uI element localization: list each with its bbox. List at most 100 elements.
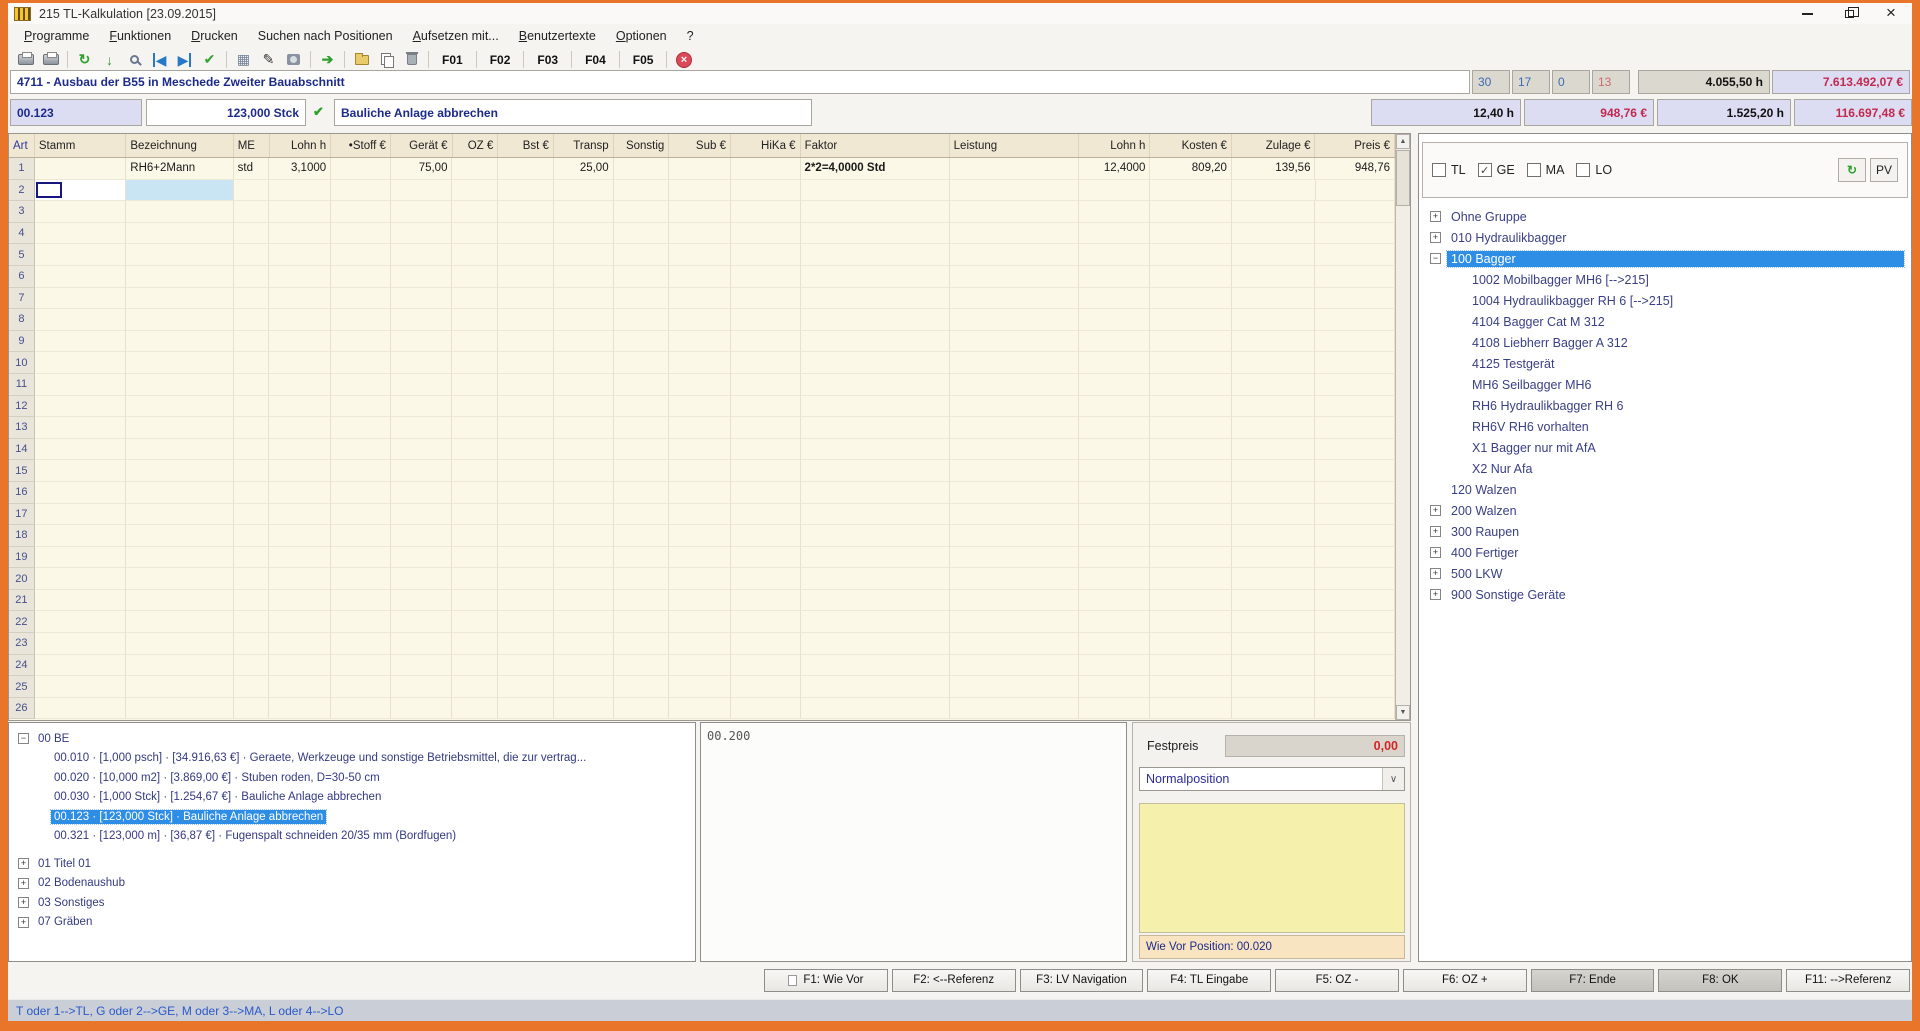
grid-cell[interactable] (730, 697, 801, 720)
grid-cell[interactable] (1231, 589, 1316, 612)
fkey-f5[interactable]: F5: OZ - (1275, 968, 1399, 992)
grid-cell[interactable]: 139,56 (1231, 158, 1316, 180)
grid-cell[interactable] (498, 417, 554, 439)
row-number[interactable]: 7 (9, 287, 35, 310)
grid-cell[interactable]: 3,1000 (269, 158, 332, 180)
grid-cell[interactable] (452, 589, 499, 612)
grid-cell[interactable] (949, 287, 1079, 310)
grid-cell[interactable] (452, 438, 499, 461)
grid-cell[interactable] (949, 373, 1079, 396)
grid-cell[interactable] (669, 330, 731, 353)
grid-cell[interactable] (1150, 676, 1232, 698)
grid-cell[interactable] (1150, 589, 1232, 612)
print-icon[interactable] (14, 50, 37, 70)
grid-cell[interactable] (1078, 287, 1151, 310)
grid-cell[interactable] (730, 633, 801, 655)
row-number[interactable]: 26 (9, 697, 35, 720)
grid-cell[interactable] (669, 158, 731, 180)
grid-cell[interactable] (1078, 373, 1151, 396)
grid-cell[interactable] (553, 222, 614, 245)
minus-expander-icon[interactable]: − (1430, 253, 1441, 264)
grid-cell[interactable] (669, 525, 731, 547)
delete-icon[interactable] (400, 50, 423, 70)
row-number[interactable]: 11 (9, 373, 35, 396)
grid-cell[interactable] (669, 611, 731, 634)
grid-cell[interactable] (126, 395, 234, 418)
grid-cell[interactable] (553, 438, 614, 461)
grid-cell[interactable] (498, 697, 554, 720)
grid-cell[interactable] (1315, 395, 1395, 418)
grid-cell[interactable] (669, 244, 731, 266)
grid-cell[interactable] (1078, 222, 1151, 245)
grid-cell[interactable] (800, 244, 950, 266)
grid-cell[interactable] (730, 460, 801, 482)
grid-cell[interactable] (233, 201, 270, 223)
grid-cell[interactable] (269, 460, 332, 482)
grid-cell[interactable] (452, 417, 499, 439)
grid-cell[interactable] (800, 525, 950, 547)
minus-expander-icon[interactable]: − (18, 733, 29, 745)
grid-cell[interactable] (452, 460, 499, 482)
row-number[interactable]: 3 (9, 201, 35, 223)
grid-cell[interactable] (730, 244, 801, 266)
grid-cell[interactable] (1315, 697, 1395, 720)
grid-cell[interactable] (34, 201, 127, 223)
grid-cell[interactable] (1150, 222, 1232, 245)
grid-cell[interactable] (730, 222, 801, 245)
fkey-f7[interactable]: F7: Ende (1530, 968, 1655, 992)
grid-cell[interactable] (949, 633, 1079, 655)
position-description-field[interactable]: Bauliche Anlage abbrechen (334, 99, 812, 126)
grid-cell[interactable] (331, 438, 391, 461)
grid-cell[interactable] (233, 654, 270, 677)
grid-cell[interactable] (1315, 201, 1395, 223)
grid-cell[interactable] (452, 201, 499, 223)
grid-cell[interactable] (669, 352, 731, 374)
row-number[interactable]: 5 (9, 244, 35, 266)
grid-cell[interactable] (949, 697, 1079, 720)
detail-notes-box[interactable] (1139, 803, 1405, 933)
grid-cell[interactable] (669, 460, 731, 482)
grid-scrollbar[interactable] (1395, 134, 1410, 720)
grid-cell[interactable] (1078, 201, 1151, 223)
toolbar-f04[interactable]: F04 (576, 53, 615, 67)
grid-cell[interactable] (949, 395, 1079, 418)
grid-cell[interactable] (800, 395, 950, 418)
grid-cell[interactable] (233, 438, 270, 461)
grid-cell[interactable] (269, 676, 332, 698)
grid-cell[interactable] (613, 265, 670, 288)
grid-cell[interactable] (1315, 481, 1395, 504)
grid-cell[interactable] (949, 503, 1079, 526)
row-number[interactable]: 25 (9, 676, 35, 698)
download-icon[interactable]: ↓ (98, 50, 121, 70)
grid-cell[interactable] (613, 417, 670, 439)
grid-cell[interactable] (1315, 568, 1395, 590)
grid-cell[interactable] (669, 568, 731, 590)
grid-cell[interactable] (800, 265, 950, 288)
grid-cell[interactable] (553, 503, 614, 526)
grid-cell[interactable] (1150, 525, 1232, 547)
grid-cell[interactable]: RH6+2Mann (126, 158, 234, 180)
machine-tree-item[interactable]: 120 Walzen (1422, 479, 1908, 500)
checkbox-ge[interactable] (1477, 163, 1492, 177)
grid-cell[interactable] (331, 481, 391, 504)
grid-cell[interactable] (1231, 287, 1316, 310)
grid-cell[interactable] (1150, 481, 1232, 504)
grid-cell[interactable] (269, 546, 332, 569)
grid-cell[interactable] (269, 697, 332, 720)
grid-cell[interactable] (1078, 697, 1151, 720)
grid-cell[interactable] (613, 589, 670, 612)
grid-cell[interactable] (613, 309, 670, 331)
grid-cell[interactable] (269, 525, 332, 547)
grid-cell[interactable] (498, 158, 554, 180)
grid-cell[interactable] (34, 460, 127, 482)
grid-cell[interactable] (553, 589, 614, 612)
grid-cell[interactable] (669, 222, 731, 245)
minimize-button[interactable] (1786, 3, 1828, 24)
menu-aufsetzen-mit[interactable]: Aufsetzen mit... (403, 27, 509, 45)
grid-cell[interactable] (1231, 352, 1316, 374)
grid-cell[interactable] (126, 265, 234, 288)
grid-cell[interactable] (34, 417, 127, 439)
grid-cell[interactable] (613, 352, 670, 374)
grid-cell[interactable] (331, 568, 391, 590)
row-number[interactable]: 14 (9, 438, 35, 461)
